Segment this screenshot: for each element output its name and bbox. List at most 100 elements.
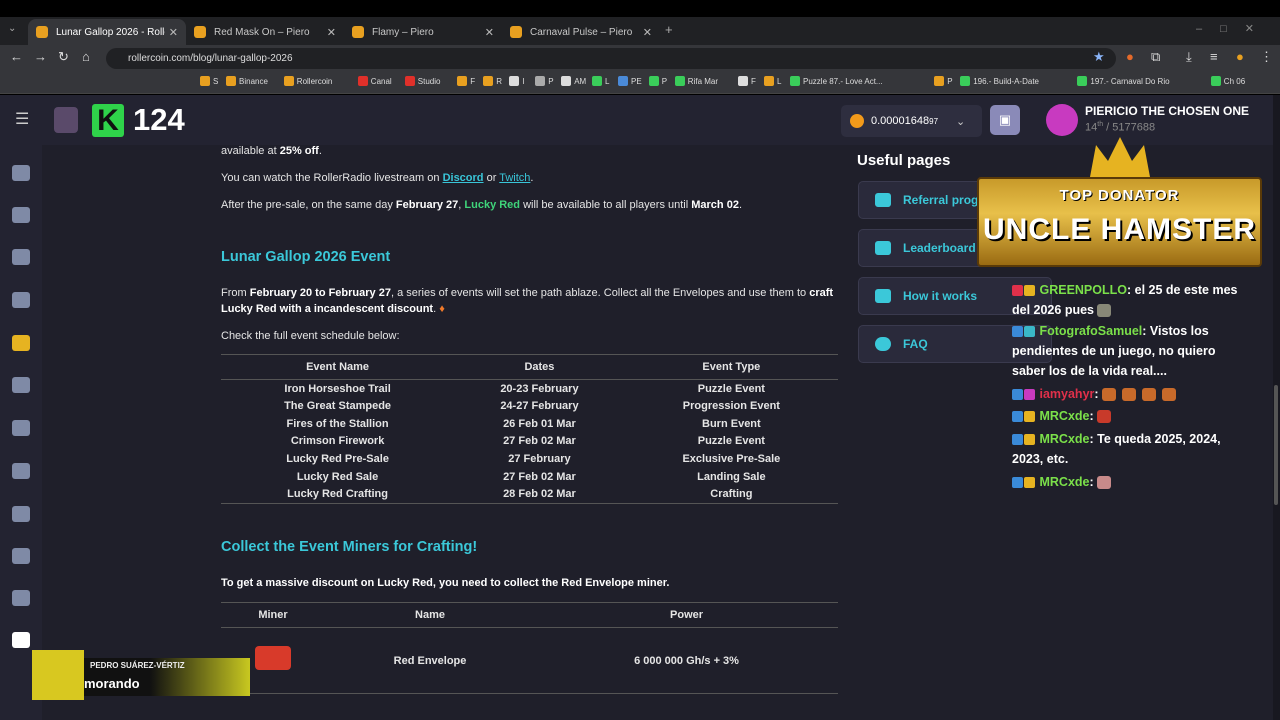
bookmark-item[interactable]: 197.- Carnaval Do Rio	[1077, 76, 1170, 86]
back-icon[interactable]: ←	[10, 49, 23, 64]
col-event-type: Event Type	[624, 354, 838, 380]
bookmark-item[interactable]: F	[457, 76, 475, 86]
bookmark-favicon-icon	[1210, 76, 1221, 86]
question-icon	[875, 337, 891, 351]
menu-kebab-icon[interactable]: ⋮	[1260, 49, 1273, 65]
user-avatar[interactable]	[1046, 104, 1078, 136]
bookmark-item[interactable]: I	[509, 76, 524, 86]
site-sidebar	[0, 145, 42, 720]
scrollbar[interactable]	[1273, 95, 1280, 720]
referral-nav-icon[interactable]	[12, 249, 30, 265]
now-playing-overlay: PEDRO SUÁREZ-VÉRTIZ morando	[32, 650, 250, 700]
bookmark-item[interactable]: P	[934, 76, 953, 86]
bookmark-item[interactable]: F	[738, 76, 756, 86]
bookmarks-bar: S Binance Rollercoin Canal Studio F R I P AM L PE P R…	[0, 72, 1280, 94]
blog-nav-icon[interactable]	[12, 632, 30, 648]
chat-message: MRCxde:	[1012, 406, 1252, 426]
avatar-small[interactable]	[54, 107, 78, 133]
username[interactable]: PIERICIO THE CHOSEN ONE	[1085, 104, 1249, 118]
close-tab-icon[interactable]: ✕	[643, 26, 652, 39]
tab-flamy[interactable]: Flamy – Piero ✕	[344, 19, 502, 45]
bitcoin-icon	[850, 114, 864, 128]
new-tab-icon[interactable]: +	[665, 22, 673, 37]
cell-type: Crafting	[710, 488, 753, 501]
extension-icon[interactable]: ●	[1126, 49, 1134, 64]
bookmark-item[interactable]: PE	[618, 76, 642, 86]
gift-nav-icon[interactable]	[12, 506, 30, 522]
store-nav-icon[interactable]	[12, 420, 30, 436]
bookmark-item[interactable]: Canal	[357, 76, 392, 86]
cell-type: Exclusive Pre-Sale	[682, 453, 781, 466]
close-tab-icon[interactable]: ✕	[485, 26, 494, 39]
wallet-button[interactable]: ▣	[990, 105, 1020, 135]
table-row: Fires of the Stallion 26 Feb 01 Mar Burn E…	[221, 415, 838, 433]
profile-icon[interactable]: ●	[1236, 49, 1244, 64]
podium-icon	[875, 241, 891, 255]
address-bar[interactable]: rollercoin.com/blog/lunar-gallop-2026	[106, 48, 1116, 69]
trophy-nav-icon[interactable]	[12, 548, 30, 564]
kick-logo-icon: K	[92, 104, 124, 137]
bookmark-favicon-icon	[509, 76, 520, 86]
cell-dates: 27 Feb 02 Mar	[503, 435, 576, 448]
hamburger-menu-icon[interactable]: ☰	[15, 109, 29, 129]
bookmark-star-icon[interactable]: ★	[1093, 49, 1105, 65]
close-tab-icon[interactable]: ✕	[327, 26, 336, 39]
home-icon[interactable]: ⌂	[82, 49, 90, 64]
bookmark-item[interactable]: 196.- Build-A-Date	[960, 76, 1039, 86]
bookmark-item[interactable]: Rifa Mar	[674, 76, 718, 86]
close-tab-icon[interactable]: ✕	[169, 26, 178, 39]
bookmark-item[interactable]: Studio	[404, 76, 440, 86]
cell-type: Landing Sale	[697, 470, 766, 483]
window-controls[interactable]: –□✕	[1196, 22, 1272, 35]
chat-message: MRCxde:	[1012, 472, 1252, 492]
discord-link[interactable]: Discord	[443, 172, 484, 184]
piero-favicon-icon	[352, 26, 364, 38]
bookmark-item[interactable]: P	[535, 76, 554, 86]
col-dates: Dates	[454, 354, 625, 380]
bookmark-item[interactable]: L	[764, 76, 781, 86]
tab-lunar-gallop[interactable]: Lunar Gallop 2026 - RollerCoin✕	[28, 19, 186, 45]
cell-type: Puzzle Event	[697, 435, 765, 448]
bookmark-favicon-icon	[457, 76, 468, 86]
download-icon[interactable]: ⤓	[1186, 49, 1192, 65]
tab-red-mask[interactable]: Red Mask On – Piero ✕	[186, 19, 344, 45]
bookmark-item[interactable]: Rollercoin	[283, 76, 332, 86]
useful-pages-title: Useful pages	[857, 152, 951, 169]
marketplace-nav-icon[interactable]	[12, 377, 30, 393]
tab-search-icon[interactable]: ⌄	[8, 23, 16, 34]
bookmark-item[interactable]: R	[483, 76, 502, 86]
user-rank: 14th / 5177688	[1085, 121, 1156, 134]
tab-carnaval-pulse[interactable]: Carnaval Pulse – Piero ✕	[502, 19, 660, 45]
bookmark-favicon-icon	[618, 76, 628, 86]
forward-icon[interactable]: →	[34, 49, 47, 64]
table-row: Lucky Red Crafting 28 Feb 02 Mar Crafting	[221, 486, 838, 504]
cell-name: The Great Stampede	[284, 400, 392, 413]
bookmark-item[interactable]: Binance	[226, 76, 268, 86]
bank-nav-icon[interactable]	[12, 463, 30, 479]
home-nav-icon[interactable]	[12, 165, 30, 181]
bookmark-item[interactable]: Ch 06	[1210, 76, 1245, 86]
red-envelope-miner-icon	[254, 646, 291, 670]
twitch-link[interactable]: Twitch	[499, 172, 530, 184]
extensions-puzzle-icon[interactable]: ⧉	[1151, 49, 1160, 65]
table-row: Crimson Firework 27 Feb 02 Mar Puzzle Even…	[221, 433, 838, 451]
bookmark-favicon-icon	[790, 76, 800, 86]
calendar-nav-icon[interactable]	[12, 292, 30, 308]
collect-heading: Collect the Event Miners for Crafting!	[221, 539, 478, 555]
bookmark-item[interactable]: AM	[561, 76, 586, 86]
games-nav-icon[interactable]	[12, 207, 30, 223]
top-donator-banner: TOP DONATOR UNCLE HAMSTER	[977, 177, 1262, 267]
bookmark-favicon-icon	[535, 76, 546, 86]
reload-icon[interactable]: ↻	[58, 49, 69, 65]
bookmark-item[interactable]: L	[592, 76, 609, 86]
crown-nav-icon[interactable]	[12, 335, 30, 351]
bookmark-item[interactable]: P	[648, 76, 667, 86]
balance-selector[interactable]: 0.00001648 97 ⌄	[841, 105, 982, 137]
bookmark-item[interactable]: Puzzle 87.- Love Act...	[790, 76, 883, 86]
album-art	[32, 650, 84, 700]
bookmark-favicon-icon	[483, 76, 494, 86]
leaderboard-nav-icon[interactable]	[12, 590, 30, 606]
miner-table: Miner Name Power Red Envelope 6 000 000 Gh/…	[221, 602, 838, 694]
media-icon[interactable]: ≡	[1210, 49, 1218, 64]
bookmark-item[interactable]: S	[200, 76, 218, 86]
